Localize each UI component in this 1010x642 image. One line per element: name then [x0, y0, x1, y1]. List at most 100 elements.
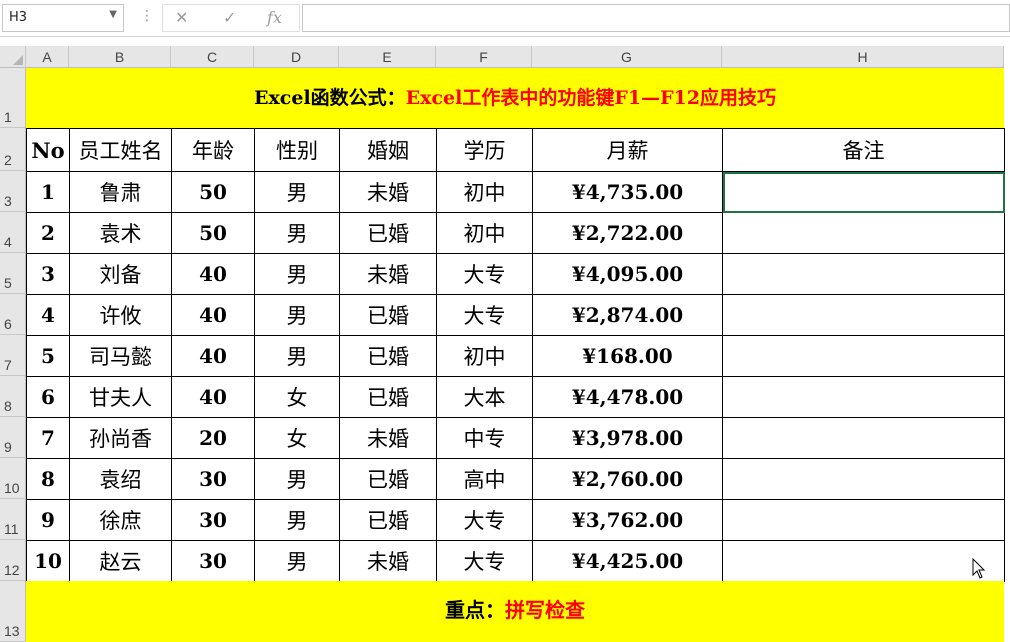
- cell-marriage[interactable]: 已婚: [339, 212, 437, 254]
- cell-name[interactable]: 徐庶: [69, 499, 172, 541]
- cell-salary[interactable]: ¥2,760.00: [532, 458, 723, 500]
- insert-function-icon[interactable]: fx: [267, 8, 282, 27]
- cell-no[interactable]: 8: [26, 458, 70, 500]
- column-header-a[interactable]: A: [26, 46, 69, 68]
- cell-salary[interactable]: ¥2,874.00: [532, 294, 723, 336]
- cell-no[interactable]: 9: [26, 499, 70, 541]
- column-header-c[interactable]: C: [171, 46, 254, 68]
- cell-notes[interactable]: [722, 253, 1005, 295]
- header-cell-name[interactable]: 员工姓名: [69, 128, 172, 172]
- column-header-e[interactable]: E: [339, 46, 436, 68]
- cell-marriage[interactable]: 已婚: [339, 294, 437, 336]
- cell-age[interactable]: 30: [171, 458, 255, 500]
- header-cell-notes[interactable]: 备注: [722, 128, 1005, 172]
- cell-education[interactable]: 中专: [436, 417, 533, 459]
- name-box[interactable]: H3 ▼: [2, 4, 124, 32]
- cell-age[interactable]: 20: [171, 417, 255, 459]
- cell-no[interactable]: 6: [26, 376, 70, 418]
- column-header-g[interactable]: G: [532, 46, 722, 68]
- cell-name[interactable]: 刘备: [69, 253, 172, 295]
- cell-name[interactable]: 袁术: [69, 212, 172, 254]
- row-header-1[interactable]: 1: [0, 68, 26, 128]
- cell-education[interactable]: 大专: [436, 253, 533, 295]
- column-header-h[interactable]: H: [722, 46, 1004, 68]
- footer-note[interactable]: 重点：拼写检查: [26, 581, 1004, 642]
- cell-notes[interactable]: [722, 458, 1005, 500]
- row-header-12[interactable]: 12: [0, 540, 26, 581]
- cell-marriage[interactable]: 未婚: [339, 171, 437, 213]
- row-header-6[interactable]: 6: [0, 294, 26, 335]
- cell-gender[interactable]: 男: [254, 540, 340, 582]
- cell-gender[interactable]: 男: [254, 294, 340, 336]
- cell-salary[interactable]: ¥4,095.00: [532, 253, 723, 295]
- chevron-down-icon[interactable]: ▼: [109, 9, 117, 20]
- cell-education[interactable]: 初中: [436, 335, 533, 377]
- cell-marriage[interactable]: 已婚: [339, 499, 437, 541]
- cell-age[interactable]: 40: [171, 335, 255, 377]
- cell-gender[interactable]: 女: [254, 376, 340, 418]
- cell-education[interactable]: 大专: [436, 499, 533, 541]
- cell-no[interactable]: 10: [26, 540, 70, 582]
- cell-marriage[interactable]: 已婚: [339, 458, 437, 500]
- cell-gender[interactable]: 男: [254, 253, 340, 295]
- header-cell-education[interactable]: 学历: [436, 128, 533, 172]
- cell-education[interactable]: 高中: [436, 458, 533, 500]
- row-header-3[interactable]: 3: [0, 171, 26, 212]
- cell-notes[interactable]: [722, 294, 1005, 336]
- cell-salary[interactable]: ¥4,425.00: [532, 540, 723, 582]
- row-header-5[interactable]: 5: [0, 253, 26, 294]
- cell-name[interactable]: 孙尚香: [69, 417, 172, 459]
- cell-name[interactable]: 袁绍: [69, 458, 172, 500]
- row-header-13[interactable]: 13: [0, 581, 26, 642]
- cell-name[interactable]: 赵云: [69, 540, 172, 582]
- cell-salary[interactable]: ¥4,478.00: [532, 376, 723, 418]
- row-header-9[interactable]: 9: [0, 417, 26, 458]
- cell-age[interactable]: 30: [171, 499, 255, 541]
- cell-salary[interactable]: ¥3,978.00: [532, 417, 723, 459]
- cell-name[interactable]: 甘夫人: [69, 376, 172, 418]
- row-header-2[interactable]: 2: [0, 128, 26, 171]
- cell-gender[interactable]: 男: [254, 499, 340, 541]
- cell-notes[interactable]: [722, 212, 1005, 254]
- cell-salary[interactable]: ¥2,722.00: [532, 212, 723, 254]
- cell-no[interactable]: 5: [26, 335, 70, 377]
- formula-input[interactable]: [302, 4, 1010, 32]
- cell-education[interactable]: 大专: [436, 540, 533, 582]
- cell-no[interactable]: 2: [26, 212, 70, 254]
- cell-education[interactable]: 初中: [436, 171, 533, 213]
- header-cell-age[interactable]: 年龄: [171, 128, 255, 172]
- cell-gender[interactable]: 女: [254, 417, 340, 459]
- more-options-icon[interactable]: ⋮: [140, 8, 154, 24]
- cell-gender[interactable]: 男: [254, 212, 340, 254]
- cell-education[interactable]: 初中: [436, 212, 533, 254]
- cell-notes[interactable]: [722, 417, 1005, 459]
- row-header-4[interactable]: 4: [0, 212, 26, 253]
- cell-marriage[interactable]: 已婚: [339, 376, 437, 418]
- cell-gender[interactable]: 男: [254, 171, 340, 213]
- cell-salary[interactable]: ¥168.00: [532, 335, 723, 377]
- cell-salary[interactable]: ¥4,735.00: [532, 171, 723, 213]
- cell-no[interactable]: 3: [26, 253, 70, 295]
- cell-marriage[interactable]: 未婚: [339, 253, 437, 295]
- cell-notes[interactable]: [722, 499, 1005, 541]
- row-header-7[interactable]: 7: [0, 335, 26, 376]
- cell-no[interactable]: 4: [26, 294, 70, 336]
- cell-age[interactable]: 30: [171, 540, 255, 582]
- cell-gender[interactable]: 男: [254, 458, 340, 500]
- cell-gender[interactable]: 男: [254, 335, 340, 377]
- cell-notes[interactable]: [722, 540, 1005, 582]
- cell-no[interactable]: 1: [26, 171, 70, 213]
- cell-marriage[interactable]: 未婚: [339, 540, 437, 582]
- sheet-title[interactable]: Excel函数公式：Excel工作表中的功能键F1—F12应用技巧: [26, 68, 1004, 128]
- cell-no[interactable]: 7: [26, 417, 70, 459]
- cell-salary[interactable]: ¥3,762.00: [532, 499, 723, 541]
- header-cell-gender[interactable]: 性别: [254, 128, 340, 172]
- cell-age[interactable]: 40: [171, 376, 255, 418]
- header-cell-no[interactable]: No: [26, 128, 70, 172]
- cell-age[interactable]: 40: [171, 294, 255, 336]
- cell-marriage[interactable]: 已婚: [339, 335, 437, 377]
- column-header-d[interactable]: D: [254, 46, 339, 68]
- cell-age[interactable]: 50: [171, 171, 255, 213]
- cell-name[interactable]: 司马懿: [69, 335, 172, 377]
- cell-age[interactable]: 50: [171, 212, 255, 254]
